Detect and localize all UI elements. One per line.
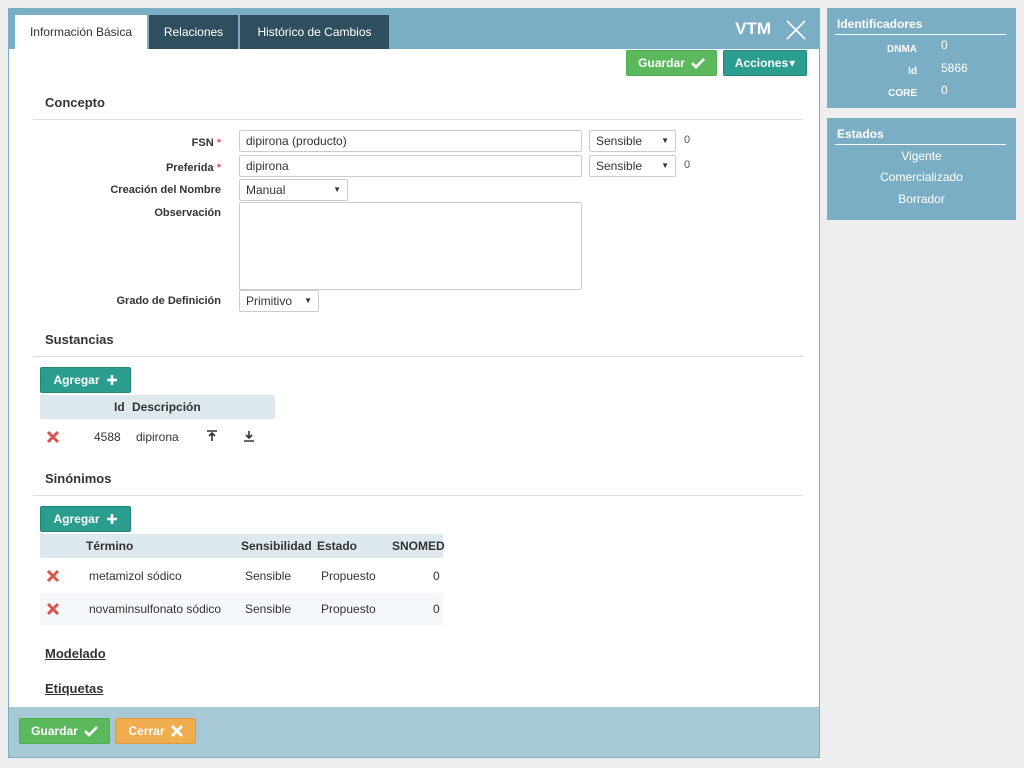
observacion-label: Observación xyxy=(154,207,221,219)
sinonimo-termino: novaminsulfonato sódico xyxy=(89,602,222,616)
preferida-label: Preferida * xyxy=(165,162,221,174)
observacion-textarea[interactable] xyxy=(239,202,582,290)
caret-icon: ▾ xyxy=(789,56,796,70)
fsn-count: 0 xyxy=(684,134,691,146)
section-link-etiquetas[interactable]: Etiquetas xyxy=(45,681,104,696)
sinonimo-sensibilidad: Sensible xyxy=(245,602,292,616)
actions-label: Acciones xyxy=(734,56,789,70)
close-icon xyxy=(170,725,183,737)
sustancia-id: 4588 xyxy=(94,430,121,444)
sinonimo-sensibilidad: Sensible xyxy=(245,569,292,583)
col-termino: Término xyxy=(86,539,134,553)
close-icon[interactable] xyxy=(785,19,807,41)
col-id: Id xyxy=(114,400,125,414)
col-estado: Estado xyxy=(317,539,358,553)
col-descripcion: Descripción xyxy=(132,400,201,414)
caret-icon: ▼ xyxy=(304,296,312,305)
delete-icon[interactable] xyxy=(46,602,60,616)
main-panel: Información Básica Relaciones Histórico … xyxy=(8,8,820,758)
preferida-input[interactable]: dipirona xyxy=(239,155,582,177)
save-button-top[interactable]: Guardar xyxy=(626,50,717,76)
grado-select[interactable]: Primitivo ▼ xyxy=(239,290,319,312)
concept-type-title: VTM xyxy=(735,19,771,38)
sustancia-descripcion: dipirona xyxy=(136,430,179,444)
sinonimo-snomed: 0 xyxy=(433,602,440,616)
add-label: Agregar xyxy=(53,373,100,387)
add-label: Agregar xyxy=(53,512,100,526)
actions-dropdown-button[interactable]: Acciones ▾ xyxy=(723,50,807,76)
sinonimo-estado: Propuesto xyxy=(321,602,376,616)
section-title-sustancias: Sustancias xyxy=(45,332,114,347)
section-link-modelado[interactable]: Modelado xyxy=(45,646,106,661)
col-sensibilidad: Sensibilidad xyxy=(241,539,312,553)
caret-icon: ▼ xyxy=(333,185,341,194)
save-label: Guardar xyxy=(31,724,78,738)
move-to-bottom-icon[interactable] xyxy=(243,430,255,442)
tab-bar: Información Básica Relaciones Histórico … xyxy=(9,9,819,49)
identificadores-panel: Identificadores DNMA 0 Id 5866 CORE 0 xyxy=(827,8,1016,108)
core-value: 0 xyxy=(941,83,948,97)
sinonimo-estado: Propuesto xyxy=(321,569,376,583)
divider xyxy=(33,495,803,496)
fsn-sensitivity-select[interactable]: Sensible ▼ xyxy=(589,130,676,152)
tab-relaciones[interactable]: Relaciones xyxy=(149,15,238,49)
estado-vigente: Vigente xyxy=(901,149,942,163)
close-button[interactable]: Cerrar xyxy=(115,718,196,744)
save-label: Guardar xyxy=(638,56,685,70)
estado-comercializado: Comercializado xyxy=(880,170,963,184)
section-title-concepto: Concepto xyxy=(45,95,105,110)
caret-icon: ▼ xyxy=(661,161,669,170)
estado-borrador: Borrador xyxy=(898,192,945,206)
fsn-input[interactable]: dipirona (producto) xyxy=(239,130,582,152)
tab-informacion-basica[interactable]: Información Básica xyxy=(15,15,147,49)
sinonimos-table-header: Término Sensibilidad Estado SNOMED xyxy=(40,534,445,558)
add-sinonimo-button[interactable]: Agregar xyxy=(40,506,131,532)
plus-icon xyxy=(106,375,117,385)
dnma-key: DNMA xyxy=(887,44,917,55)
identificadores-title: Identificadores xyxy=(837,17,923,31)
tab-historico-de-cambios[interactable]: Histórico de Cambios xyxy=(240,15,389,49)
delete-icon[interactable] xyxy=(46,430,60,444)
section-title-sinonimos: Sinónimos xyxy=(45,471,112,486)
creacion-select[interactable]: Manual ▼ xyxy=(239,179,348,201)
fsn-label: FSN * xyxy=(191,137,221,149)
divider xyxy=(835,144,1006,145)
divider xyxy=(33,356,803,357)
table-row: metamizol sódico Sensible Propuesto 0 xyxy=(40,560,443,592)
sinonimo-snomed: 0 xyxy=(433,569,440,583)
col-snomed: SNOMED xyxy=(392,539,445,553)
estados-title: Estados xyxy=(837,127,884,141)
footer-bar: Guardar Cerrar xyxy=(9,707,819,757)
delete-icon[interactable] xyxy=(46,569,60,583)
grado-label: Grado de Definición xyxy=(116,295,221,307)
caret-icon: ▼ xyxy=(661,136,669,145)
table-row: 4588 dipirona xyxy=(40,421,275,453)
divider xyxy=(33,119,803,120)
core-key: CORE xyxy=(888,88,917,99)
dnma-value: 0 xyxy=(941,38,948,52)
estados-panel: Estados Vigente Comercializado Borrador xyxy=(827,118,1016,220)
creacion-label: Creación del Nombre xyxy=(110,184,221,196)
id-key: Id xyxy=(908,66,917,77)
id-value: 5866 xyxy=(941,61,968,75)
sustancias-table-header: Id Descripción xyxy=(40,395,275,419)
sinonimo-termino: metamizol sódico xyxy=(89,569,182,583)
check-icon xyxy=(83,726,98,737)
save-button-bottom[interactable]: Guardar xyxy=(19,718,110,744)
preferida-count: 0 xyxy=(684,159,691,171)
check-icon xyxy=(690,58,705,69)
plus-icon xyxy=(106,514,117,524)
divider xyxy=(835,34,1006,35)
add-sustancia-button[interactable]: Agregar xyxy=(40,367,131,393)
move-to-top-icon[interactable] xyxy=(206,430,218,442)
preferida-sensitivity-select[interactable]: Sensible ▼ xyxy=(589,155,676,177)
table-row: novaminsulfonato sódico Sensible Propues… xyxy=(40,593,443,625)
close-label: Cerrar xyxy=(128,724,165,738)
